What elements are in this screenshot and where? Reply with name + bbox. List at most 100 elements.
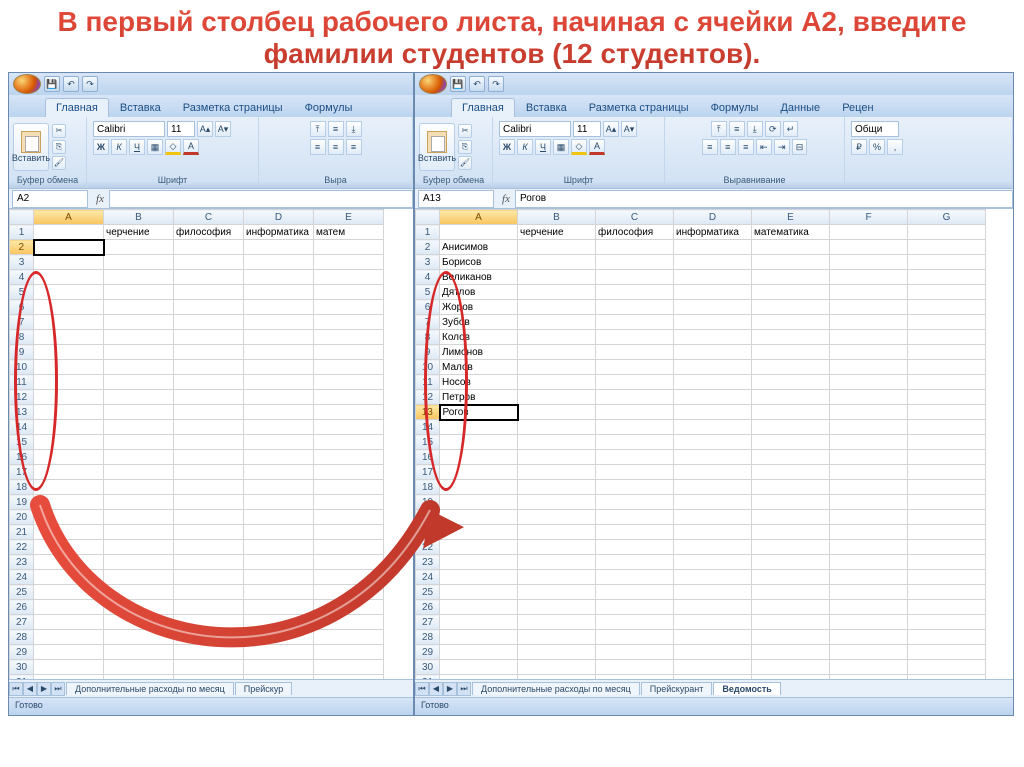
- cell[interactable]: Жоров: [440, 300, 518, 315]
- cell[interactable]: [34, 675, 104, 680]
- cell[interactable]: [104, 585, 174, 600]
- sheet-nav-first-icon[interactable]: ⏮: [9, 682, 23, 696]
- row-header[interactable]: 1: [10, 225, 34, 240]
- cell[interactable]: [752, 480, 830, 495]
- cell[interactable]: [174, 510, 244, 525]
- cell[interactable]: [752, 315, 830, 330]
- cell[interactable]: [908, 435, 986, 450]
- cell[interactable]: [674, 315, 752, 330]
- row-header[interactable]: 1: [416, 225, 440, 240]
- column-header[interactable]: B: [518, 210, 596, 225]
- cell[interactable]: [104, 450, 174, 465]
- column-header[interactable]: B: [104, 210, 174, 225]
- cell[interactable]: [314, 435, 384, 450]
- cell[interactable]: [596, 375, 674, 390]
- cell[interactable]: [908, 420, 986, 435]
- cell[interactable]: [596, 465, 674, 480]
- cell[interactable]: [596, 480, 674, 495]
- cell[interactable]: [752, 405, 830, 420]
- cell[interactable]: [596, 330, 674, 345]
- row-header[interactable]: 24: [416, 570, 440, 585]
- cell[interactable]: [908, 510, 986, 525]
- cell[interactable]: [174, 405, 244, 420]
- cell[interactable]: [518, 540, 596, 555]
- cell[interactable]: [908, 465, 986, 480]
- cell[interactable]: [104, 495, 174, 510]
- cell[interactable]: [830, 375, 908, 390]
- cell[interactable]: [314, 480, 384, 495]
- cell[interactable]: [34, 285, 104, 300]
- cell[interactable]: [518, 645, 596, 660]
- tab-home[interactable]: Главная: [45, 98, 109, 117]
- cell[interactable]: [830, 555, 908, 570]
- row-header[interactable]: 15: [10, 435, 34, 450]
- cell[interactable]: [104, 540, 174, 555]
- cell[interactable]: [752, 360, 830, 375]
- sheet-nav-next-icon[interactable]: ▶: [443, 682, 457, 696]
- cell[interactable]: [518, 405, 596, 420]
- cell[interactable]: [314, 510, 384, 525]
- cell[interactable]: [104, 630, 174, 645]
- cell[interactable]: [596, 540, 674, 555]
- cell[interactable]: [174, 450, 244, 465]
- cell[interactable]: [752, 525, 830, 540]
- cell[interactable]: [908, 300, 986, 315]
- align-bottom-icon[interactable]: ⤓: [346, 121, 362, 137]
- sheet-nav-prev-icon[interactable]: ◀: [429, 682, 443, 696]
- cell[interactable]: [596, 405, 674, 420]
- cell[interactable]: Петров: [440, 390, 518, 405]
- cell[interactable]: [104, 555, 174, 570]
- formula-input[interactable]: [109, 190, 413, 208]
- cell[interactable]: [908, 660, 986, 675]
- cell[interactable]: [752, 330, 830, 345]
- cell[interactable]: [596, 315, 674, 330]
- grow-font-icon[interactable]: A▴: [603, 121, 619, 137]
- cell[interactable]: [174, 615, 244, 630]
- cell[interactable]: [674, 240, 752, 255]
- cell[interactable]: [674, 300, 752, 315]
- cell[interactable]: [174, 285, 244, 300]
- cell[interactable]: [518, 525, 596, 540]
- cell[interactable]: [34, 450, 104, 465]
- cell[interactable]: [908, 555, 986, 570]
- cell[interactable]: [752, 600, 830, 615]
- row-header[interactable]: 18: [10, 480, 34, 495]
- row-header[interactable]: 6: [416, 300, 440, 315]
- cell[interactable]: [314, 615, 384, 630]
- cell[interactable]: [34, 480, 104, 495]
- align-right-icon[interactable]: ≡: [738, 139, 754, 155]
- row-header[interactable]: 3: [416, 255, 440, 270]
- cell[interactable]: [518, 615, 596, 630]
- cell[interactable]: [244, 510, 314, 525]
- name-box[interactable]: A13: [418, 190, 494, 208]
- cell[interactable]: [244, 540, 314, 555]
- cell[interactable]: [104, 390, 174, 405]
- cell[interactable]: [596, 570, 674, 585]
- cell[interactable]: [830, 615, 908, 630]
- cell[interactable]: [518, 300, 596, 315]
- cell[interactable]: [314, 375, 384, 390]
- cell[interactable]: [908, 360, 986, 375]
- cell[interactable]: [244, 630, 314, 645]
- cell[interactable]: [34, 630, 104, 645]
- cell[interactable]: [830, 450, 908, 465]
- name-box[interactable]: A2: [12, 190, 88, 208]
- cell[interactable]: [104, 465, 174, 480]
- row-header[interactable]: 17: [416, 465, 440, 480]
- increase-indent-icon[interactable]: ⇥: [774, 139, 790, 155]
- cell[interactable]: Анисимов: [440, 240, 518, 255]
- fill-color-icon[interactable]: ◇: [165, 139, 181, 155]
- save-icon[interactable]: 💾: [450, 76, 466, 92]
- cell[interactable]: [596, 675, 674, 680]
- merge-icon[interactable]: ⊟: [792, 139, 808, 155]
- undo-icon[interactable]: ↶: [63, 76, 79, 92]
- cell[interactable]: [830, 390, 908, 405]
- cell[interactable]: [674, 435, 752, 450]
- row-header[interactable]: 27: [416, 615, 440, 630]
- cell[interactable]: [908, 585, 986, 600]
- cell[interactable]: философия: [174, 225, 244, 240]
- cell[interactable]: [244, 270, 314, 285]
- cell[interactable]: [908, 480, 986, 495]
- cell[interactable]: [596, 390, 674, 405]
- cell[interactable]: [674, 330, 752, 345]
